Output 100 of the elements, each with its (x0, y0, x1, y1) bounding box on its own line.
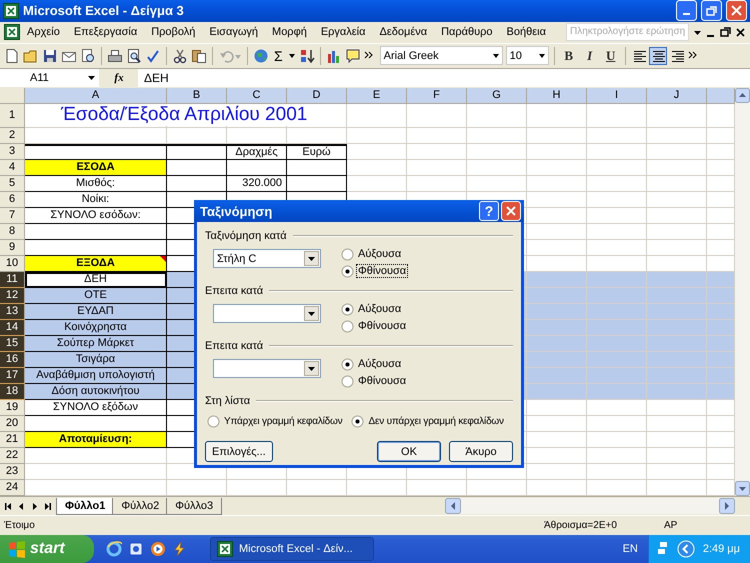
radio-label[interactable]: Αύξουσα (357, 358, 402, 370)
dialog-button[interactable]: Επιλογές... (205, 441, 273, 462)
font-name-field[interactable]: Arial Greek (380, 46, 503, 66)
document-icon[interactable] (128, 541, 144, 557)
browser-icon[interactable] (106, 541, 122, 557)
column-header[interactable]: G (467, 88, 527, 104)
column-header[interactable]: J (647, 88, 707, 104)
row-header[interactable]: 19 (0, 400, 25, 416)
menu-item[interactable]: Αρχείο (20, 26, 67, 38)
column-header[interactable]: D (287, 88, 347, 104)
row-header[interactable]: 7 (0, 208, 25, 224)
radio-label[interactable]: Φθίνουσα (357, 375, 408, 387)
minimize-icon[interactable] (676, 0, 697, 22)
radio-button[interactable] (207, 414, 220, 428)
sheet-tab[interactable]: Φύλλο3 (166, 498, 222, 515)
menu-item[interactable]: Βοήθεια (500, 26, 553, 38)
menu-item[interactable]: Εργαλεία (314, 26, 372, 38)
column-header[interactable]: B (167, 88, 227, 104)
row-header[interactable]: 5 (0, 176, 25, 192)
clipboard-icon[interactable] (191, 48, 207, 64)
row-header[interactable]: 10 (0, 256, 25, 272)
close-icon[interactable] (736, 26, 746, 38)
row-header[interactable]: 20 (0, 416, 25, 432)
bold-button[interactable]: B (560, 46, 578, 65)
scroll-left-icon[interactable] (445, 498, 461, 514)
radio-label[interactable]: Υπάρχει γραμμή κεφαλίδων (223, 416, 344, 426)
row-header[interactable]: 6 (0, 192, 25, 208)
scissors-icon[interactable] (172, 48, 188, 64)
checkmark-icon[interactable] (145, 48, 161, 64)
radio-label[interactable]: Δεν υπάρχει γραμμή κεφαλίδων (367, 416, 505, 426)
row-header[interactable]: 22 (0, 448, 25, 464)
radio-button[interactable] (341, 320, 354, 332)
font-size-field[interactable]: 10 (506, 46, 549, 66)
row-header[interactable]: 2 (0, 128, 25, 144)
dropdown-field[interactable] (213, 304, 321, 323)
row-header[interactable]: 17 (0, 368, 25, 384)
row-header[interactable]: 24 (0, 480, 25, 496)
column-header[interactable]: H (527, 88, 587, 104)
row-header[interactable]: 11 (0, 272, 25, 288)
taskbar-button[interactable]: Microsoft Excel - Δείν... (210, 537, 374, 561)
dialog-button[interactable]: OK (377, 441, 441, 462)
row-header[interactable]: 18 (0, 384, 25, 400)
radio-label[interactable]: Αύξουσα (357, 303, 402, 315)
column-header[interactable]: I (587, 88, 647, 104)
menu-item[interactable]: Παράθυρο (434, 26, 500, 38)
vertical-scrollbar[interactable] (735, 88, 750, 496)
radio-button[interactable] (341, 264, 354, 278)
column-header[interactable]: A (25, 88, 167, 104)
menu-item[interactable]: Εισαγωγή (202, 26, 266, 38)
scroll-right-icon[interactable] (719, 498, 735, 514)
radio-label[interactable]: Αύξουσα (357, 248, 402, 260)
radio-button[interactable] (341, 358, 354, 370)
restore-icon[interactable] (720, 26, 732, 38)
radio-button[interactable] (351, 414, 364, 428)
column-header[interactable]: F (407, 88, 467, 104)
dropdown-field[interactable]: Στήλη C (213, 249, 321, 268)
sheet-tab[interactable]: Φύλλο1 (56, 498, 114, 515)
radio-label[interactable]: Φθίνουσα (357, 265, 408, 277)
globe-icon[interactable] (253, 48, 269, 64)
row-header[interactable]: 13 (0, 304, 25, 320)
row-header[interactable]: 15 (0, 336, 25, 352)
formula-field[interactable]: ΔΕΗ (138, 70, 750, 85)
italic-button[interactable]: I (580, 46, 599, 65)
play-icon[interactable] (150, 541, 166, 557)
row-header[interactable]: 12 (0, 288, 25, 304)
spreadsheet-icon[interactable] (4, 24, 20, 40)
row-header[interactable]: 16 (0, 352, 25, 368)
row-header[interactable]: 23 (0, 464, 25, 480)
horizontal-scrollbar[interactable] (445, 498, 735, 514)
row-header[interactable]: 8 (0, 224, 25, 240)
radio-button[interactable] (341, 374, 354, 388)
scroll-up-icon[interactable] (735, 88, 750, 103)
printer-icon[interactable] (107, 48, 123, 64)
folder-icon[interactable] (23, 48, 39, 64)
column-header[interactable]: C (227, 88, 287, 104)
autosum-button[interactable]: Σ (272, 48, 285, 64)
radio-label[interactable]: Φθίνουσα (357, 320, 408, 332)
row-header[interactable]: 14 (0, 320, 25, 336)
monitors-icon[interactable] (656, 541, 669, 557)
row-header[interactable]: 3 (0, 144, 25, 160)
speech-bubble-icon[interactable] (344, 48, 361, 64)
sheet-tab[interactable]: Φύλλο2 (112, 498, 168, 515)
radio-button[interactable] (341, 302, 354, 316)
close-icon[interactable] (726, 0, 747, 22)
restore-icon[interactable] (701, 0, 722, 22)
row-header[interactable]: 9 (0, 240, 25, 256)
menu-item[interactable]: Επεξεργασία (66, 26, 144, 38)
row-header[interactable]: 1 (0, 104, 25, 128)
sort-icon[interactable] (298, 48, 315, 64)
row-header[interactable]: 21 (0, 432, 25, 448)
column-header[interactable]: E (347, 88, 407, 104)
magnifier-icon[interactable] (80, 48, 96, 64)
help-button[interactable]: ? (479, 201, 499, 221)
function-button[interactable]: fx (100, 68, 138, 87)
language-indicator[interactable]: EN (622, 543, 638, 555)
scroll-down-icon[interactable] (735, 480, 750, 496)
radio-button[interactable] (341, 248, 354, 260)
print-preview-icon[interactable] (126, 48, 142, 64)
row-header[interactable]: 4 (0, 160, 25, 176)
menu-item[interactable]: Δεδομένα (372, 26, 434, 38)
